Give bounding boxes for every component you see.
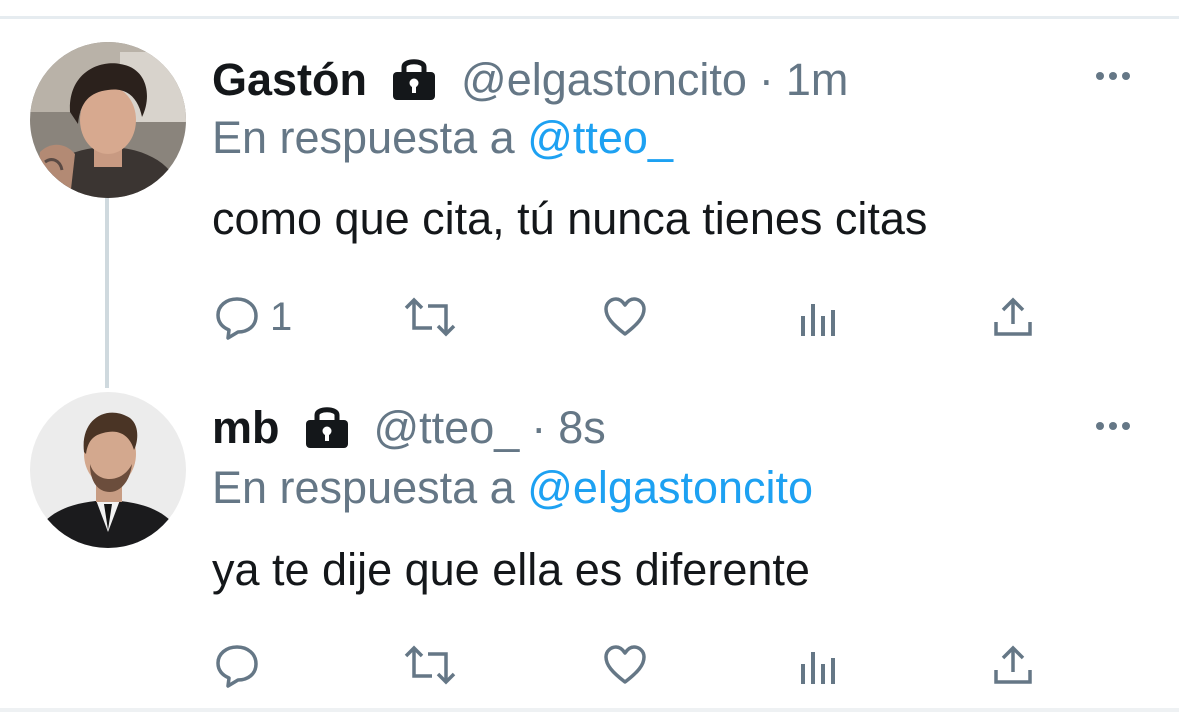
analytics-button[interactable]: [798, 640, 844, 690]
avatar-image: [30, 392, 186, 548]
timestamp[interactable]: 8s: [558, 402, 606, 454]
thread-connector-line: [105, 198, 109, 388]
display-name[interactable]: mb: [212, 402, 280, 454]
reply-context: En respuesta a @tteo_: [212, 112, 673, 164]
tweet-text: como que cita, tú nunca tienes citas: [212, 193, 928, 244]
share-button[interactable]: [990, 292, 1036, 342]
tweet-header: mb @tteo_ · 8s: [212, 398, 606, 458]
tweet-text: ya te dije que ella es diferente: [212, 544, 810, 595]
separator-dot: ·: [758, 54, 774, 105]
like-button[interactable]: [602, 292, 648, 342]
reply-prefix: En respuesta a: [212, 462, 515, 513]
retweet-button[interactable]: [402, 292, 458, 342]
user-handle[interactable]: @elgastoncito: [461, 54, 747, 106]
reply-prefix: En respuesta a: [212, 112, 515, 163]
retweet-icon: [404, 297, 456, 337]
more-icon[interactable]: [1096, 70, 1136, 82]
reply-button[interactable]: [214, 640, 270, 690]
more-icon[interactable]: [1096, 420, 1136, 432]
reply-icon: [216, 297, 258, 340]
lock-icon: [389, 55, 439, 106]
lock-icon: [302, 403, 352, 454]
share-icon: [994, 297, 1032, 336]
timestamp[interactable]: 1m: [786, 54, 849, 106]
analytics-icon: [801, 304, 835, 336]
reply-icon: [216, 645, 258, 688]
share-icon: [994, 645, 1032, 684]
like-icon: [604, 297, 646, 336]
avatar-image: [30, 42, 186, 198]
analytics-icon: [801, 652, 835, 684]
reply-button[interactable]: 1: [214, 292, 292, 342]
display-name[interactable]: Gastón: [212, 54, 367, 106]
reply-mention[interactable]: @elgastoncito: [527, 462, 813, 513]
reply-count: 1: [270, 294, 293, 339]
retweet-button[interactable]: [402, 640, 458, 690]
tweet-header: Gastón @elgastoncito · 1m: [212, 50, 848, 110]
bottom-divider: [0, 708, 1179, 712]
like-icon: [604, 645, 646, 684]
avatar[interactable]: [30, 42, 186, 198]
retweet-icon: [404, 645, 456, 685]
separator-dot: ·: [531, 402, 547, 453]
user-handle[interactable]: @tteo_: [374, 402, 520, 454]
top-divider: [0, 16, 1179, 19]
avatar[interactable]: [30, 392, 186, 548]
analytics-button[interactable]: [798, 292, 844, 342]
share-button[interactable]: [990, 640, 1036, 690]
reply-mention[interactable]: @tteo_: [527, 112, 673, 163]
like-button[interactable]: [602, 640, 648, 690]
reply-context: En respuesta a @elgastoncito: [212, 462, 813, 514]
